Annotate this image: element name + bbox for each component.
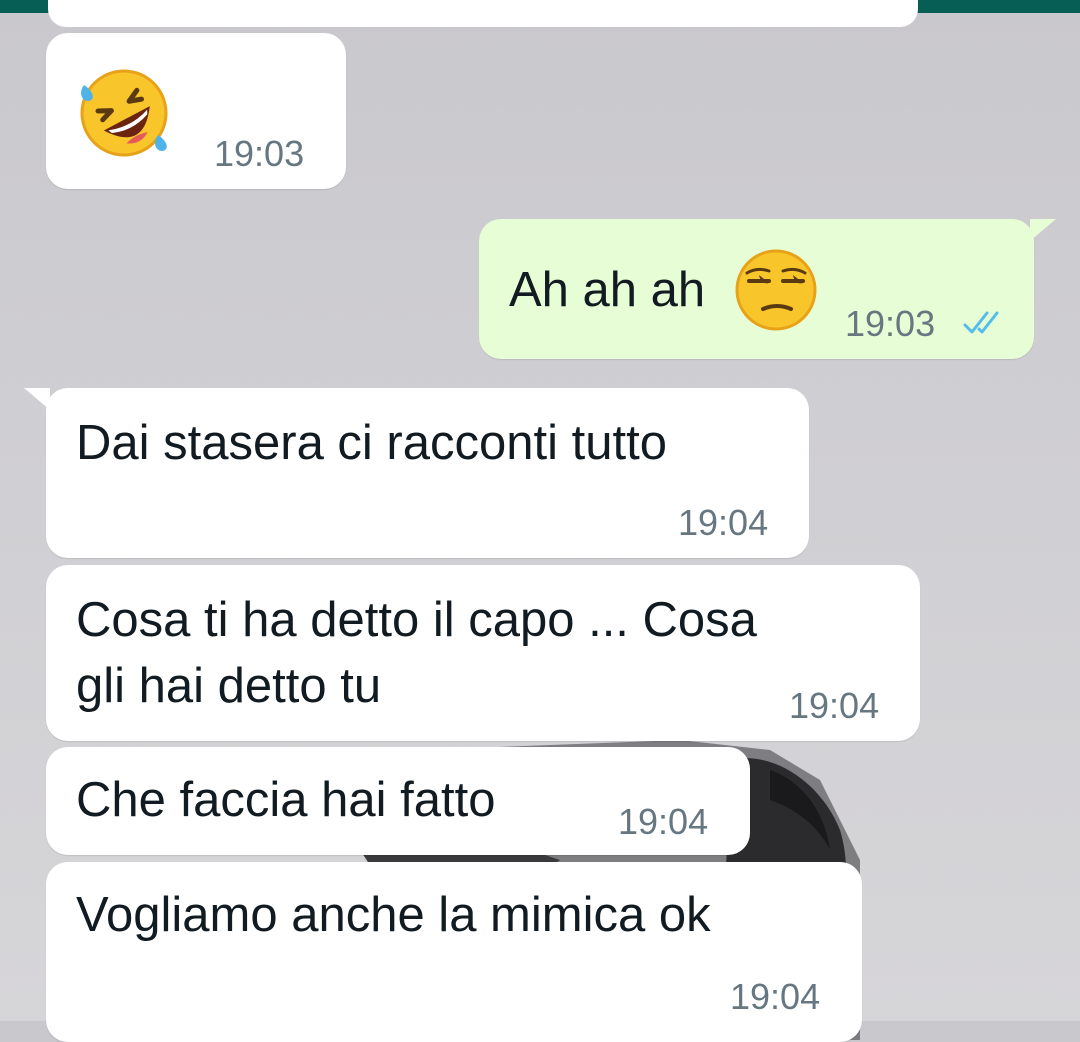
double-check-read-icon — [963, 311, 999, 334]
message-text: Vogliamo anche la mimica ok — [76, 888, 711, 942]
message-text: Dai stasera ci racconti tutto — [76, 416, 667, 470]
message-bubble-incoming[interactable]: Vogliamo anche la mimica ok 19:04 — [46, 862, 862, 1042]
message-text-line-1: Cosa ti ha detto il capo ... Cosa — [76, 593, 757, 647]
message-timestamp: 19:04 — [618, 801, 709, 842]
message-bubble-incoming[interactable]: Che faccia hai fatto 19:04 — [46, 747, 750, 855]
message-bubble-incoming[interactable]: 19:03 — [46, 33, 346, 189]
message-bubble-incoming[interactable]: Dai stasera ci racconti tutto 19:04 — [46, 388, 809, 558]
message-bubble-incoming[interactable]: Cosa ti ha detto il capo ... Cosa gli ha… — [46, 565, 920, 741]
message-timestamp: 19:04 — [789, 685, 880, 726]
message-timestamp: 19:04 — [730, 976, 821, 1017]
message-text-line-2: gli hai detto tu — [76, 659, 382, 713]
message-timestamp: 19:04 — [678, 502, 769, 543]
message-text: Ah ah ah — [509, 263, 706, 317]
bubble-tail-outgoing — [1030, 219, 1056, 241]
previous-message-bubble-edge — [48, 0, 918, 27]
rolling-on-floor-laughing-emoji — [80, 69, 168, 157]
message-text: Che faccia hai fatto — [76, 773, 496, 827]
message-timestamp: 19:03 — [845, 303, 936, 344]
unamused-face-emoji — [735, 249, 817, 331]
message-bubble-outgoing[interactable]: Ah ah ah 19:03 — [479, 219, 1034, 359]
message-timestamp: 19:03 — [214, 133, 305, 174]
